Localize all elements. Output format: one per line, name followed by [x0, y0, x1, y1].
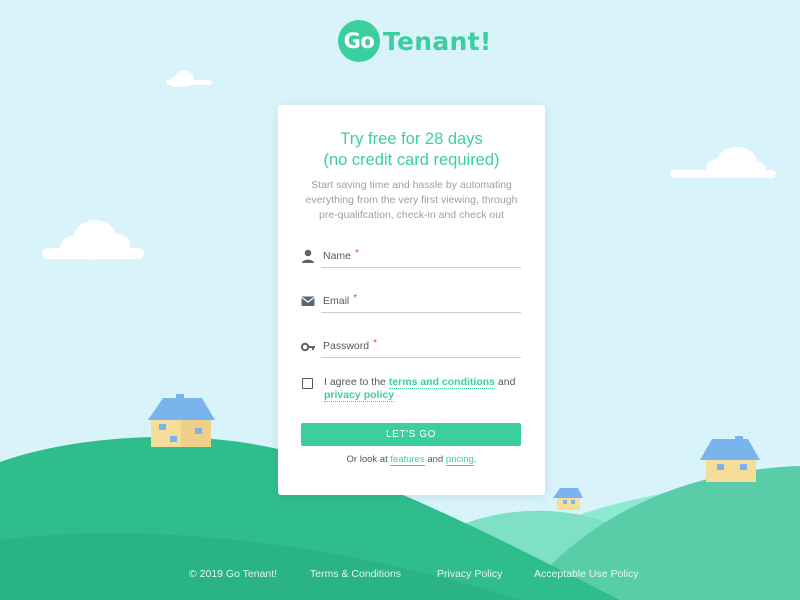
lets-go-button[interactable]: LET'S GO — [301, 423, 521, 446]
features-link[interactable]: features — [390, 454, 425, 466]
envelope-icon — [301, 296, 315, 306]
terms-link[interactable]: terms and conditions — [388, 376, 495, 389]
password-field: Password * — [300, 336, 521, 358]
house-right-icon — [700, 436, 760, 482]
key-icon — [300, 342, 315, 352]
house-small-icon — [553, 488, 583, 510]
copyright-text: © 2019 Go Tenant! — [189, 568, 278, 580]
footer-link-privacy[interactable]: Privacy Policy — [437, 568, 502, 580]
name-input[interactable] — [321, 246, 521, 266]
pricing-link[interactable]: pricing — [445, 454, 474, 466]
card-title: Try free for 28 days (no credit card req… — [278, 129, 545, 171]
cloud-icon — [42, 220, 144, 260]
name-field: Name * — [300, 246, 521, 268]
explore-links: Or look at features and pricing. — [346, 454, 477, 466]
brand-logo[interactable]: Go Tenant! — [338, 20, 492, 62]
logo-wordmark: Tenant! — [383, 26, 492, 56]
logo-badge: Go — [338, 20, 380, 62]
card-title-line2: (no credit card required) — [323, 151, 500, 169]
privacy-link[interactable]: privacy policy — [324, 389, 395, 402]
footer-link-terms[interactable]: Terms & Conditions — [310, 568, 401, 580]
password-input[interactable] — [321, 336, 521, 356]
email-input[interactable] — [321, 291, 521, 311]
person-icon — [302, 249, 314, 263]
cloud-icon — [166, 71, 212, 87]
terms-text: I agree to the terms and conditions and … — [324, 376, 516, 402]
email-field: Email * — [300, 291, 521, 313]
field-underline — [321, 357, 521, 358]
card-title-line1: Try free for 28 days — [340, 130, 483, 148]
card-subtitle: Start saving time and hassle by automati… — [305, 179, 518, 221]
cloud-icon — [670, 147, 776, 178]
field-underline — [321, 267, 521, 268]
footer-link-acceptable-use[interactable]: Acceptable Use Policy — [534, 568, 638, 580]
signup-card: Try free for 28 days (no credit card req… — [278, 105, 545, 495]
house-left-icon — [148, 394, 215, 447]
footer: © 2019 Go Tenant! Terms & Conditions Pri… — [0, 568, 800, 584]
field-underline — [321, 312, 521, 313]
terms-checkbox[interactable] — [302, 378, 313, 389]
